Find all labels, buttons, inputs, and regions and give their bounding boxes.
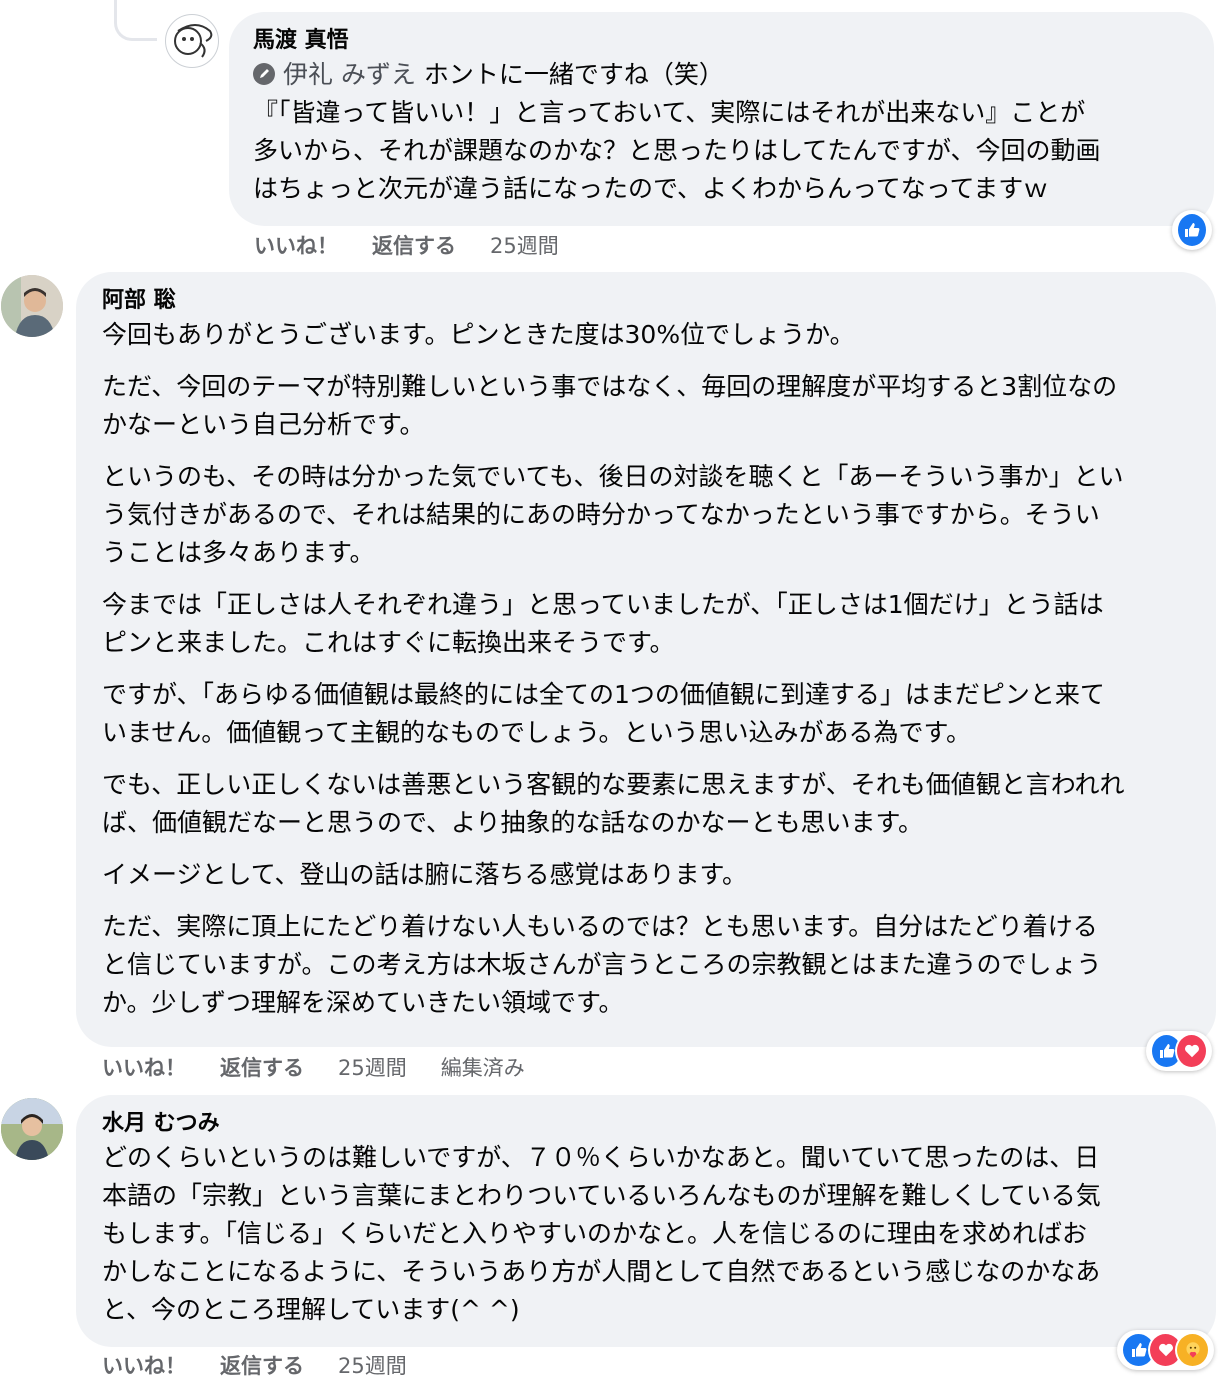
- comment-line: ですが、「あらゆる価値観は最終的には全ての1つの価値観に到達する」はまだピンと来…: [102, 680, 1105, 709]
- comment-line: イメージとして、登山の話は腑に落ちる感覚はあります。: [102, 860, 748, 889]
- comment-line: というのも、その時は分かった気でいても、後日の対談を聴くと「あーそういう事か」と…: [102, 462, 1124, 491]
- comment-actions: いいね！ 返信する 25週間: [254, 232, 559, 260]
- user-photo-icon: [1, 275, 63, 337]
- reply-thread-line: [114, 0, 157, 41]
- comment-text: 今回もありがとうございます。ピンときた度は30%位でしょうか。 ただ、今回のテー…: [102, 316, 1192, 1022]
- comment-line: かなーという自己分析です。: [102, 410, 425, 439]
- paragraph: 今までは「正しさは人それぞれ違う」と思っていましたが、「正しさは1個だけ」とう話…: [102, 586, 1192, 662]
- comment-bubble: 阿部 聡 今回もありがとうございます。ピンときた度は30%位でしょうか。 ただ、…: [76, 272, 1216, 1047]
- comment-actions: いいね！ 返信する 25週間: [102, 1352, 407, 1380]
- comment-line: はちょっと次元が違う話になったので、よくわからんってなってますｗ: [253, 174, 1049, 203]
- paragraph: ただ、今回のテーマが特別難しいという事ではなく、毎回の理解度が平均すると3割位な…: [102, 368, 1192, 444]
- avatar[interactable]: [1, 1098, 63, 1160]
- avatar[interactable]: [1, 275, 63, 337]
- illustrated-avatar-icon: [174, 24, 213, 58]
- comment-line: ただ、実際に頂上にたどり着けない人もいるのでは？とも思います。自分はたどり着ける: [102, 912, 1098, 941]
- reply-button[interactable]: 返信する: [372, 232, 456, 260]
- comment-line: と、今のところ理解しています(^ ^): [102, 1295, 520, 1324]
- paragraph: というのも、その時は分かった気でいても、後日の対談を聴くと「あーそういう事か」と…: [102, 458, 1192, 572]
- comment-line: か。少しずつ理解を深めていきたい領域です。: [102, 988, 624, 1017]
- comment-text: 伊礼 みずえ ホントに一緒ですね（笑） 『「皆違って皆いい！」と言っておいて、実…: [253, 56, 1190, 208]
- comment-text: どのくらいというのは難しいですが、７０％くらいかなあと。聞いていて思ったのは、日…: [102, 1139, 1192, 1329]
- comment-author[interactable]: 水月 むつみ: [102, 1109, 1192, 1139]
- user-photo-icon: [1, 1098, 63, 1160]
- paragraph: ただ、実際に頂上にたどり着けない人もいるのでは？とも思います。自分はたどり着ける…: [102, 908, 1192, 1022]
- love-icon: [1175, 1033, 1208, 1069]
- timestamp[interactable]: 25週間: [338, 1352, 407, 1380]
- comment-line: と信じていますが。この考え方は木坂さんが言うところの宗教観とはまた違うのでしょう: [102, 950, 1102, 979]
- reply-button[interactable]: 返信する: [220, 1352, 304, 1380]
- comment-line: うことは多々あります。: [102, 538, 375, 567]
- comment-line: いません。価値観って主観的なものでしょう。という思い込みがある為です。: [102, 718, 972, 747]
- pencil-icon: [253, 63, 275, 85]
- comment-author[interactable]: 馬渡 真悟: [253, 26, 1190, 56]
- comment-line: 今までは「正しさは人それぞれ違う」と思っていましたが、「正しさは1個だけ」とう話…: [102, 590, 1104, 619]
- avatar[interactable]: [165, 14, 219, 68]
- paragraph: でも、正しい正しくないは善悪という客観的な要素に思えますが、それも価値観と言われ…: [102, 766, 1192, 842]
- reaction-summary[interactable]: [1146, 1031, 1212, 1071]
- edited-label[interactable]: 編集済み: [441, 1054, 525, 1082]
- timestamp[interactable]: 25週間: [490, 232, 559, 260]
- like-button[interactable]: いいね！: [254, 232, 338, 260]
- mention-link[interactable]: 伊礼 みずえ: [283, 60, 416, 89]
- reaction-summary[interactable]: [1117, 1330, 1214, 1370]
- comment-actions: いいね！ 返信する 25週間 編集済み: [102, 1054, 525, 1082]
- comment-line: ピンと来ました。これはすぐに転換出来そうです。: [102, 628, 675, 657]
- like-icon: [1176, 212, 1208, 248]
- comment-line: かしなことになるように、そういうあり方が人間として自然であるという感じなのかなあ: [102, 1257, 1101, 1286]
- paragraph: 今回もありがとうございます。ピンときた度は30%位でしょうか。: [102, 316, 1192, 354]
- comment-line: 今回もありがとうございます。ピンときた度は30%位でしょうか。: [102, 320, 855, 349]
- comment-line: 本語の「宗教」という言葉にまとわりついているいろんなものが理解を難しくしている気: [102, 1181, 1101, 1210]
- paragraph: ですが、「あらゆる価値観は最終的には全ての1つの価値観に到達する」はまだピンと来…: [102, 676, 1192, 752]
- timestamp[interactable]: 25週間: [338, 1054, 407, 1082]
- comment-line: 『「皆違って皆いい！」と言っておいて、実際にはそれが出来ない』ことが: [253, 98, 1086, 127]
- reply-button[interactable]: 返信する: [220, 1054, 304, 1082]
- comment-bubble: 馬渡 真悟 伊礼 みずえ ホントに一緒ですね（笑） 『「皆違って皆いい！」と言っ…: [229, 12, 1214, 226]
- comment-author[interactable]: 阿部 聡: [102, 286, 1192, 316]
- comment-line: もします。「信じる」くらいだと入りやすいのかなと。人を信じるのに理由を求めればお: [102, 1219, 1088, 1248]
- like-button[interactable]: いいね！: [102, 1054, 186, 1082]
- comment-line: どのくらいというのは難しいですが、７０％くらいかなあと。聞いていて思ったのは、日: [102, 1143, 1100, 1172]
- comment-bubble: 水月 むつみ どのくらいというのは難しいですが、７０％くらいかなあと。聞いていて…: [76, 1095, 1216, 1347]
- care-icon: [1175, 1332, 1210, 1368]
- reaction-summary[interactable]: [1172, 210, 1212, 250]
- comment-line: 多いから、それが課題なのかな？と思ったりはしてたんですが、今回の動画: [253, 136, 1101, 165]
- like-button[interactable]: いいね！: [102, 1352, 186, 1380]
- comment-line: ば、価値観だなーと思うので、より抽象的な話なのかなーとも思います。: [102, 808, 924, 837]
- mention-tail: ホントに一緒ですね（笑）: [415, 60, 724, 89]
- mention-line: 伊礼 みずえ ホントに一緒ですね（笑）: [253, 56, 1190, 94]
- comment-line: ただ、今回のテーマが特別難しいという事ではなく、毎回の理解度が平均すると3割位な…: [102, 372, 1118, 401]
- paragraph: イメージとして、登山の話は腑に落ちる感覚はあります。: [102, 856, 1192, 894]
- comment-line: でも、正しい正しくないは善悪という客観的な要素に思えますが、それも価値観と言われ…: [102, 770, 1125, 799]
- comment-line: う気付きがあるので、それは結果的にあの時分かってなかったという事ですから。そうい: [102, 500, 1100, 529]
